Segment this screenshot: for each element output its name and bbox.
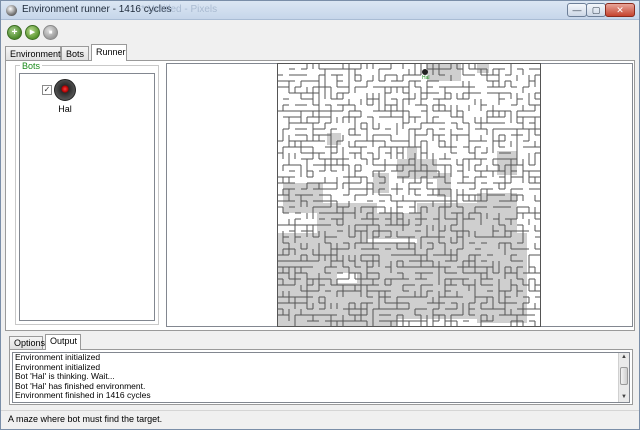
run-button[interactable]: ▶ bbox=[25, 25, 40, 40]
plus-icon: + bbox=[11, 26, 18, 38]
stop-icon: ■ bbox=[48, 29, 53, 36]
tab-bots[interactable]: Bots bbox=[61, 46, 89, 61]
output-scrollbar[interactable]: ▲ ▼ bbox=[618, 353, 629, 402]
app-window: Environment runner - 1416 cycles * Untit… bbox=[0, 0, 640, 430]
output-line: Environment initialized bbox=[15, 352, 101, 362]
bot-hal-checkbox[interactable]: ✓ bbox=[42, 85, 52, 95]
add-environment-button[interactable]: + bbox=[7, 25, 22, 40]
play-icon: ▶ bbox=[29, 29, 36, 36]
output-log[interactable]: Environment initialized Environment init… bbox=[12, 352, 630, 403]
scroll-up-icon[interactable]: ▲ bbox=[619, 353, 629, 362]
scroll-down-icon[interactable]: ▼ bbox=[619, 393, 629, 402]
title-bar[interactable]: Environment runner - 1416 cycles * Untit… bbox=[1, 1, 639, 20]
tab-environments[interactable]: Environments bbox=[5, 46, 65, 61]
scroll-thumb[interactable] bbox=[620, 367, 628, 385]
background-window-title: * Untitled - Pixels bbox=[141, 4, 218, 15]
close-button[interactable]: ✕ bbox=[605, 3, 635, 17]
tab-options[interactable]: Options bbox=[9, 336, 45, 350]
bot-position-label: Hal bbox=[422, 75, 430, 81]
bot-hal-avatar[interactable] bbox=[54, 79, 76, 101]
minimize-button[interactable]: — bbox=[567, 3, 587, 17]
maze-grid bbox=[277, 63, 541, 327]
bots-group-title: Bots bbox=[20, 61, 43, 71]
bots-list[interactable] bbox=[19, 73, 155, 321]
tab-output[interactable]: Output bbox=[45, 334, 81, 350]
status-bar: A maze where bot must find the target. bbox=[1, 410, 639, 429]
tab-runner[interactable]: Runner bbox=[91, 44, 127, 61]
status-text: A maze where bot must find the target. bbox=[8, 414, 163, 424]
app-icon bbox=[6, 5, 17, 16]
output-line: Environment finished in 1416 cycles bbox=[15, 390, 151, 401]
maximize-button[interactable]: ▢ bbox=[586, 3, 606, 17]
bot-hal-name: Hal bbox=[58, 104, 72, 114]
toolbar: + ▶ ■ bbox=[1, 21, 639, 45]
stop-button[interactable]: ■ bbox=[43, 25, 58, 40]
